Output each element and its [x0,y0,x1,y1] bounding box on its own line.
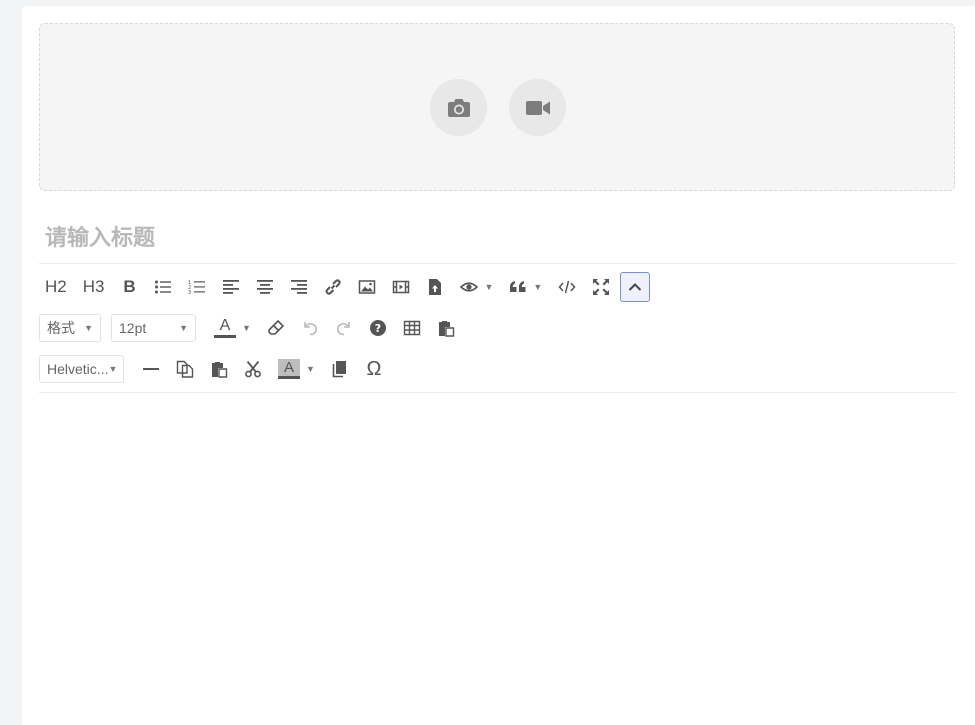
paste-icon [212,362,228,378]
upload-video-button[interactable] [509,79,566,136]
editor-content-area[interactable] [39,393,955,723]
upload-file-button[interactable] [420,272,450,302]
insert-link-button[interactable] [318,272,348,302]
image-icon [359,280,376,294]
numbered-list-button[interactable]: 123 [182,272,212,302]
copy-button[interactable] [170,354,200,384]
insert-table-button[interactable] [397,313,427,343]
insert-video-button[interactable] [386,272,416,302]
font-color-dropdown[interactable]: A ▼ [208,313,257,343]
chevron-down-icon: ▼ [242,323,251,333]
heading2-button[interactable]: H2 [39,272,73,302]
bullet-list-icon [155,280,172,294]
bullet-list-button[interactable] [148,272,178,302]
toolbar-row-3: Helvetic... ▼ A ▼ Ω [39,352,393,386]
scissors-icon [245,360,261,378]
film-icon [393,280,410,294]
omega-icon: Ω [366,357,382,380]
code-icon [558,280,576,294]
svg-text:?: ? [375,322,381,335]
font-family-select[interactable]: Helvetic... ▼ [39,355,124,383]
paste-word-button[interactable] [325,354,355,384]
format-select-label: 格式 [47,320,75,336]
align-left-icon [223,280,240,294]
fullscreen-button[interactable] [586,272,616,302]
background-color-dropdown[interactable]: A ▼ [272,354,321,384]
paste-button[interactable] [431,313,461,343]
horizontal-rule-button[interactable] [136,354,166,384]
numbered-list-icon: 123 [188,280,206,296]
upload-photo-button[interactable] [430,79,487,136]
title-input[interactable] [39,220,961,256]
file-upload-icon [429,279,442,295]
preview-dropdown[interactable]: ▼ [454,272,499,302]
link-icon [325,279,342,295]
undo-icon [304,322,317,336]
chevron-down-icon: ▼ [179,323,188,333]
format-select[interactable]: 格式 ▼ [39,314,101,342]
chevron-down-icon: ▼ [533,282,543,292]
clear-format-button[interactable] [261,313,291,343]
font-color-letter: A [219,317,231,334]
special-character-button[interactable]: Ω [359,354,389,384]
background-color-letter: A [283,359,294,376]
redo-button[interactable] [329,313,359,343]
background-color-icon: A [278,359,300,379]
align-center-icon [257,280,274,294]
font-family-value: Helvetic... [47,361,109,377]
source-code-button[interactable] [552,272,582,302]
help-button[interactable]: ? [363,313,393,343]
camera-icon [447,98,470,117]
chevron-down-icon: ▼ [484,282,494,292]
help-circle-icon: ? [369,320,386,336]
align-right-button[interactable] [284,272,314,302]
align-right-icon [291,280,308,294]
align-center-button[interactable] [250,272,280,302]
collapse-toolbar-button[interactable] [620,272,651,302]
paste-text-button[interactable] [204,354,234,384]
toolbar-row-1: H2 H3 B 123 ▼ ▼ [39,270,654,304]
media-upload-area[interactable] [39,23,955,191]
quote-icon [510,281,526,292]
svg-text:3: 3 [188,290,191,296]
eraser-icon [268,319,285,335]
blockquote-dropdown[interactable]: ▼ [503,272,548,302]
chevron-up-icon [629,283,642,291]
chevron-down-icon: ▼ [306,364,315,374]
align-left-button[interactable] [216,272,246,302]
video-camera-icon [525,100,550,115]
font-size-value: 12pt [119,320,147,336]
chevron-down-icon: ▼ [84,323,93,333]
cut-button[interactable] [238,354,268,384]
table-icon [403,320,421,336]
undo-button[interactable] [295,313,325,343]
document-copy-icon [332,361,346,378]
chevron-down-icon: ▼ [108,364,118,374]
eye-icon [460,282,479,292]
redo-icon [336,322,350,336]
horizontal-line-icon [143,368,159,370]
font-size-select[interactable]: 12pt ▼ [111,314,196,342]
font-color-icon: A [214,318,236,338]
toolbar-row-2: 格式 ▼ 12pt ▼ A ▼ ? [39,311,465,345]
fullscreen-icon [593,279,610,295]
copy-icon [176,360,194,378]
divider [39,263,955,264]
insert-image-button[interactable] [352,272,382,302]
paste-icon [438,321,455,337]
bold-button[interactable]: B [114,272,144,302]
heading3-button[interactable]: H3 [77,272,111,302]
editor-card: H2 H3 B 123 ▼ [22,6,975,725]
